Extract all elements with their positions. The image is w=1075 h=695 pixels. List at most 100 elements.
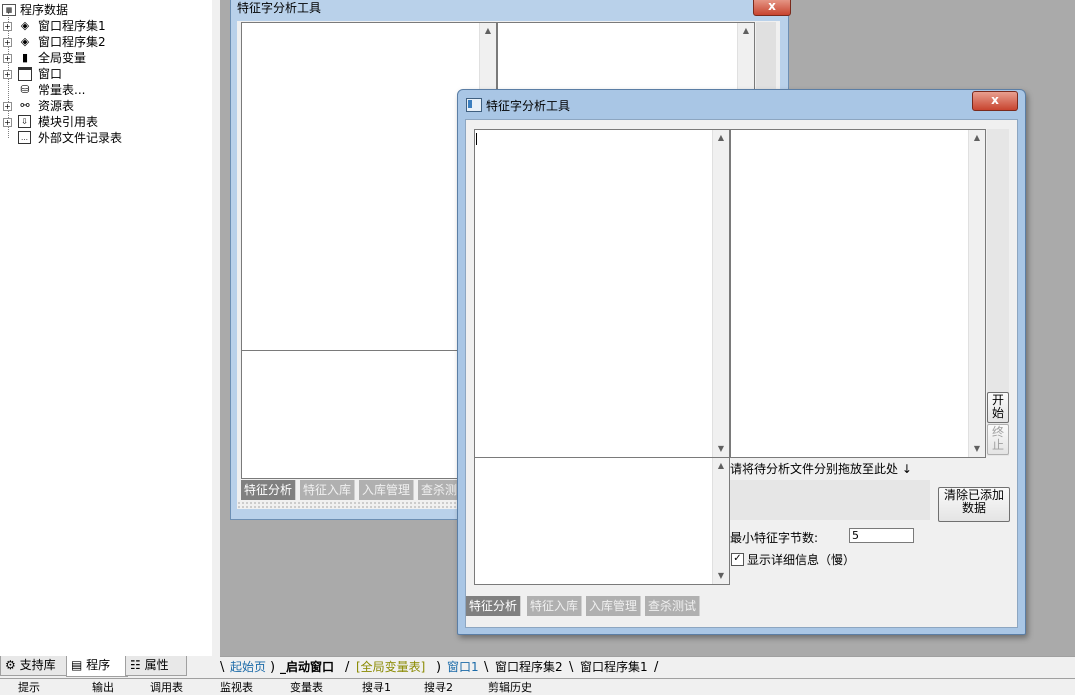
expand-icon[interactable]: + bbox=[3, 54, 12, 63]
expand-icon[interactable]: + bbox=[3, 70, 12, 79]
start-button[interactable]: 开始 bbox=[987, 392, 1009, 423]
tree-item-assembly1[interactable]: + ◈ 窗口程序集1 bbox=[0, 18, 200, 34]
scroll-down-icon[interactable]: ▼ bbox=[713, 442, 729, 456]
tab-separator: \ bbox=[484, 660, 489, 675]
tab-feature-analysis[interactable]: 特征分析 bbox=[466, 596, 522, 616]
dialog-title: 特征字分析工具 bbox=[486, 99, 571, 113]
tree-item-constants[interactable]: ⛁ 常量表... bbox=[0, 82, 200, 98]
properties-icon: ☷ bbox=[130, 658, 141, 672]
file-icon: … bbox=[18, 131, 31, 144]
tree-item-label: 外部文件记录表 bbox=[38, 131, 123, 145]
tab-clip-history[interactable]: 剪辑历史 bbox=[488, 681, 532, 695]
stack-icon: ◈ bbox=[20, 35, 30, 48]
dialog-client: ▲ ▼ ▲ ▼ 开始 终止 ▲ ▼ 请将待分析文件分别拖放至此处 ↓ 清除已添加… bbox=[465, 119, 1018, 628]
design-close-icon[interactable]: x bbox=[753, 0, 791, 16]
doc-tab-global-vars[interactable]: [全局变量表] bbox=[356, 659, 425, 676]
doc-tab-window1[interactable]: 窗口1 bbox=[447, 659, 479, 676]
variable-icon: ▮ bbox=[21, 51, 29, 64]
tab-properties[interactable]: ☷ 属性 bbox=[125, 656, 187, 676]
resource-icon: ⚯ bbox=[20, 99, 30, 112]
design-tab-analyze[interactable]: 特征分析 bbox=[241, 480, 297, 500]
tree-item-global-vars[interactable]: + ▮ 全局变量 bbox=[0, 50, 200, 66]
window-icon bbox=[18, 67, 32, 81]
tab-variable-table[interactable]: 变量表 bbox=[290, 681, 323, 695]
min-bytes-label: 最小特征字节数: bbox=[730, 531, 819, 545]
analysis-dialog[interactable]: 特征字分析工具 x ▲ ▼ ▲ ▼ 开始 终止 ▲ ▼ 请将待分析文件分别拖放至… bbox=[457, 89, 1026, 635]
app-icon bbox=[466, 98, 482, 112]
expand-icon[interactable]: + bbox=[3, 22, 12, 31]
scrollbar[interactable]: ▲ ▼ bbox=[712, 458, 729, 584]
tab-tips[interactable]: 提示 bbox=[18, 681, 40, 695]
module-icon: ⇩ bbox=[18, 115, 31, 128]
show-detail-checkbox[interactable]: ✓ bbox=[731, 553, 744, 566]
doc-tab-assembly1[interactable]: 窗口程序集1 bbox=[580, 659, 648, 676]
show-detail-label: 显示详细信息（慢） bbox=[747, 553, 856, 567]
tab-output[interactable]: 输出 bbox=[92, 681, 114, 695]
scroll-up-icon[interactable]: ▲ bbox=[738, 24, 754, 38]
tree-root-label: 程序数据 bbox=[20, 3, 69, 17]
tab-scan-test[interactable]: 查杀测试 bbox=[645, 596, 701, 616]
program-data-icon: ▦ bbox=[2, 4, 16, 16]
program-icon: ▤ bbox=[71, 658, 83, 672]
clear-data-button[interactable]: 清除已添加数据 bbox=[938, 487, 1010, 522]
tab-import-manage[interactable]: 入库管理 bbox=[586, 596, 642, 616]
scroll-down-icon[interactable]: ▼ bbox=[969, 442, 985, 456]
library-icon: ⚙ bbox=[5, 658, 16, 672]
text-caret bbox=[476, 133, 477, 145]
analysis-output-right[interactable]: ▲ ▼ bbox=[730, 129, 986, 458]
tree-item-resources[interactable]: + ⚯ 资源表 bbox=[0, 98, 200, 114]
tab-separator: \ bbox=[220, 660, 225, 675]
tree-item-assembly2[interactable]: + ◈ 窗口程序集2 bbox=[0, 34, 200, 50]
design-tab-import[interactable]: 特征入库 bbox=[300, 480, 356, 500]
expand-icon[interactable]: + bbox=[3, 118, 12, 127]
scroll-down-icon[interactable]: ▼ bbox=[713, 569, 729, 583]
expand-icon[interactable]: + bbox=[3, 38, 12, 47]
expand-icon[interactable]: + bbox=[3, 102, 12, 111]
tree-item-label: 常量表... bbox=[38, 83, 86, 97]
tab-separator: / bbox=[345, 660, 350, 675]
tab-search1[interactable]: 搜寻1 bbox=[362, 681, 391, 695]
scroll-up-icon[interactable]: ▲ bbox=[969, 131, 985, 145]
file-list-box[interactable]: ▲ ▼ bbox=[474, 457, 730, 585]
scrollbar[interactable]: ▲ ▼ bbox=[968, 130, 985, 457]
stack-icon: ◈ bbox=[20, 19, 30, 32]
min-bytes-input[interactable]: 5 bbox=[849, 528, 914, 543]
doc-tab-assembly2[interactable]: 窗口程序集2 bbox=[495, 659, 563, 676]
stop-button[interactable]: 终止 bbox=[987, 424, 1009, 455]
tree-item-window[interactable]: + 窗口 bbox=[0, 66, 200, 82]
constant-icon: ⛁ bbox=[20, 83, 30, 96]
scrollbar[interactable]: ▲ ▼ bbox=[712, 130, 729, 457]
tab-label: 程序 bbox=[86, 658, 111, 672]
bottom-panel-tabs: 提示 输出 调用表 监视表 变量表 搜寻1 搜寻2 剪辑历史 bbox=[0, 678, 1075, 695]
tree-item-modules[interactable]: + ⇩ 模块引用表 bbox=[0, 114, 200, 130]
tab-feature-import[interactable]: 特征入库 bbox=[527, 596, 583, 616]
file-drop-area[interactable] bbox=[730, 480, 930, 520]
tree-item-external-files[interactable]: … 外部文件记录表 bbox=[0, 130, 200, 146]
design-window-title: 特征字分析工具 bbox=[237, 1, 322, 15]
tab-label: 属性 bbox=[144, 658, 169, 672]
tab-separator: ) bbox=[270, 660, 276, 675]
scroll-up-icon[interactable]: ▲ bbox=[480, 24, 496, 38]
design-tab-manage[interactable]: 入库管理 bbox=[359, 480, 415, 500]
close-icon[interactable]: x bbox=[972, 91, 1018, 111]
tab-program[interactable]: ▤ 程序 bbox=[66, 656, 128, 677]
drop-hint-label: 请将待分析文件分别拖放至此处 ↓ bbox=[730, 462, 912, 476]
tab-label: 支持库 bbox=[19, 658, 56, 672]
tree-item-label: 窗口程序集1 bbox=[38, 19, 106, 33]
tab-support-library[interactable]: ⚙ 支持库 bbox=[0, 656, 68, 676]
tree-item-label: 模块引用表 bbox=[38, 115, 99, 129]
doc-tab-start-page[interactable]: 起始页 bbox=[230, 659, 266, 676]
tab-search2[interactable]: 搜寻2 bbox=[424, 681, 453, 695]
left-panel-tabs: ⚙ 支持库 ▤ 程序 ☷ 属性 bbox=[0, 656, 212, 678]
tree-item-label: 窗口程序集2 bbox=[38, 35, 106, 49]
tab-separator: \ bbox=[569, 660, 574, 675]
tab-call-table[interactable]: 调用表 bbox=[150, 681, 183, 695]
analysis-output-left[interactable]: ▲ ▼ bbox=[474, 129, 730, 458]
tab-watch-table[interactable]: 监视表 bbox=[220, 681, 253, 695]
scroll-up-icon[interactable]: ▲ bbox=[713, 131, 729, 145]
document-tabs: \ 起始页 ) _启动窗口 / [全局变量表] ) 窗口1 \ 窗口程序集2 \… bbox=[220, 656, 1075, 679]
doc-tab-startup-window[interactable]: _启动窗口 bbox=[280, 659, 334, 676]
tree-item-label: 窗口 bbox=[38, 67, 63, 81]
tree-item-label: 全局变量 bbox=[38, 51, 87, 65]
scroll-up-icon[interactable]: ▲ bbox=[713, 459, 729, 473]
